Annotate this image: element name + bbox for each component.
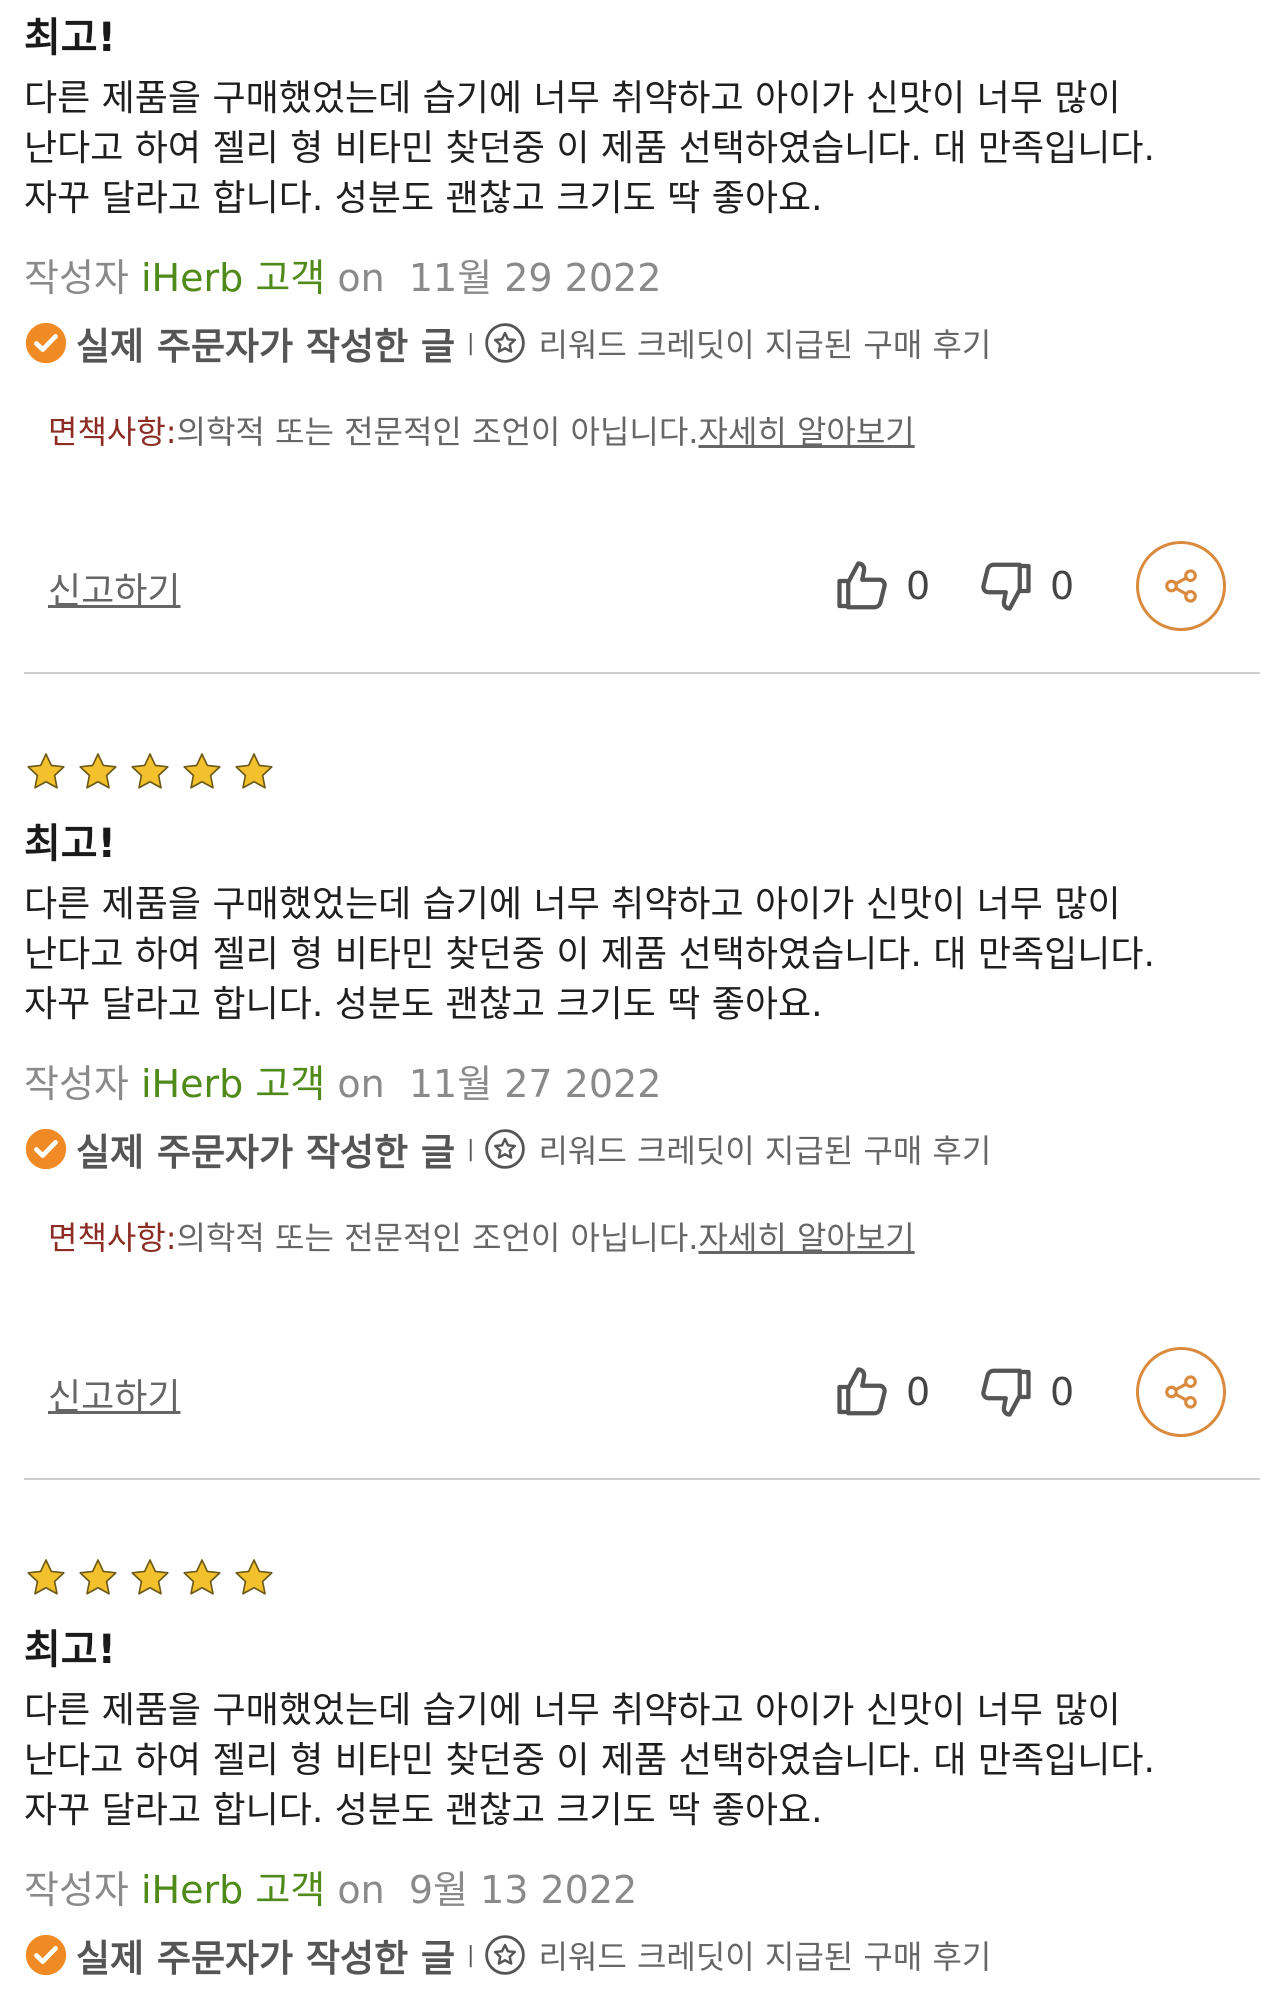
author-prefix: 작성자 [24, 256, 129, 300]
reward-label: 리워드 크레딧이 지급된 구매 후기 [538, 326, 992, 364]
star-icon [128, 750, 172, 794]
review-body: 다른 제품을 구매했었는데 습기에 너무 취약하고 아이가 신맛이 너무 많이 … [24, 880, 1155, 1030]
thumbs-down-icon [976, 1362, 1036, 1422]
star-icon [180, 1556, 224, 1600]
review-body-line: 자꾸 달라고 합니다. 성분도 괜찮고 크기도 딱 좋아요. [24, 1790, 823, 1831]
on-label: on [337, 1868, 385, 1912]
review-body-line: 난다고 하여 젤리 형 비타민 찾던중 이 제품 선택하였습니다. 대 만족입니… [24, 934, 1155, 975]
not-helpful-button[interactable]: 0 [976, 1362, 1074, 1422]
author-prefix: 작성자 [24, 1868, 129, 1912]
on-label: on [337, 1062, 385, 1106]
star-icon [24, 1556, 68, 1600]
star-icon [76, 750, 120, 794]
share-icon [1162, 1373, 1200, 1411]
star-rating [24, 1556, 276, 1600]
separator: | [467, 1942, 475, 1968]
report-link[interactable]: 신고하기 [48, 562, 180, 614]
review-title: 최고! [24, 821, 116, 867]
review-body-line: 다른 제품을 구매했었는데 습기에 너무 취약하고 아이가 신맛이 너무 많이 [24, 1690, 1121, 1731]
review-body-line: 난다고 하여 젤리 형 비타민 찾던중 이 제품 선택하였습니다. 대 만족입니… [24, 128, 1155, 169]
review-divider [24, 1478, 1260, 1480]
author-prefix: 작성자 [24, 1062, 129, 1106]
author-name: iHerb 고객 [140, 256, 326, 300]
review-body-line: 난다고 하여 젤리 형 비타민 찾던중 이 제품 선택하였습니다. 대 만족입니… [24, 1740, 1155, 1781]
star-icon [128, 1556, 172, 1600]
review-card: 최고! 다른 제품을 구매했었는데 습기에 너무 취약하고 아이가 신맛이 너무… [24, 740, 1260, 1480]
review-card: 최고! 다른 제품을 구매했었는데 습기에 너무 취약하고 아이가 신맛이 너무… [24, 0, 1260, 672]
author-name: iHerb 고객 [140, 1062, 326, 1106]
disclaimer-text: 의학적 또는 전문적인 조언이 아닙니다. [176, 413, 699, 451]
helpful-count: 0 [906, 1370, 931, 1414]
review-title: 최고! [24, 1627, 116, 1673]
review-date: 11월 27 2022 [408, 1062, 662, 1106]
disclaimer: 면책사항:의학적 또는 전문적인 조언이 아닙니다.자세히 알아보기 [48, 1216, 915, 1260]
reward-label: 리워드 크레딧이 지급된 구매 후기 [538, 1938, 992, 1976]
thumbs-up-icon [832, 556, 892, 616]
verified-row: 실제 주문자가 작성한 글 | 리워드 크레딧이 지급된 구매 후기 [24, 1124, 991, 1174]
disclaimer-text: 의학적 또는 전문적인 조언이 아닙니다. [176, 1219, 699, 1257]
helpful-button[interactable]: 0 [832, 556, 930, 616]
thumbs-down-icon [976, 556, 1036, 616]
not-helpful-count: 0 [1050, 1370, 1075, 1414]
reward-star-icon [484, 322, 526, 364]
share-icon [1162, 567, 1200, 605]
share-button[interactable] [1136, 541, 1226, 631]
review-body: 다른 제품을 구매했었는데 습기에 너무 취약하고 아이가 신맛이 너무 많이 … [24, 74, 1155, 224]
verified-label: 실제 주문자가 작성한 글 [76, 1937, 456, 1980]
helpful-button[interactable]: 0 [832, 1362, 930, 1422]
review-divider [24, 672, 1260, 674]
learn-more-link[interactable]: 자세히 알아보기 [698, 413, 914, 451]
review-meta: 작성자 iHerb 고객 on 9월 13 2022 [24, 1866, 637, 1914]
star-rating [24, 750, 276, 794]
review-body-line: 다른 제품을 구매했었는데 습기에 너무 취약하고 아이가 신맛이 너무 많이 [24, 78, 1121, 119]
verified-label: 실제 주문자가 작성한 글 [76, 1131, 456, 1174]
author-name: iHerb 고객 [140, 1868, 326, 1912]
disclaimer-label: 면책사항: [48, 413, 177, 451]
learn-more-link[interactable]: 자세히 알아보기 [698, 1219, 914, 1257]
thumbs-up-icon [832, 1362, 892, 1422]
disclaimer-label: 면책사항: [48, 1219, 177, 1257]
review-body-line: 다른 제품을 구매했었는데 습기에 너무 취약하고 아이가 신맛이 너무 많이 [24, 884, 1121, 925]
review-date: 9월 13 2022 [408, 1868, 638, 1912]
review-card: 최고! 다른 제품을 구매했었는데 습기에 너무 취약하고 아이가 신맛이 너무… [24, 1546, 1260, 1996]
not-helpful-count: 0 [1050, 564, 1075, 608]
review-meta: 작성자 iHerb 고객 on 11월 27 2022 [24, 1060, 661, 1108]
reward-star-icon [484, 1934, 526, 1976]
reward-star-icon [484, 1128, 526, 1170]
verified-label: 실제 주문자가 작성한 글 [76, 325, 456, 368]
review-body-line: 자꾸 달라고 합니다. 성분도 괜찮고 크기도 딱 좋아요. [24, 984, 823, 1025]
star-icon [24, 750, 68, 794]
review-meta: 작성자 iHerb 고객 on 11월 29 2022 [24, 254, 661, 302]
review-title: 최고! [24, 15, 116, 61]
review-date: 11월 29 2022 [408, 256, 662, 300]
report-link[interactable]: 신고하기 [48, 1368, 180, 1420]
verified-row: 실제 주문자가 작성한 글 | 리워드 크레딧이 지급된 구매 후기 [24, 1930, 991, 1980]
star-icon [232, 750, 276, 794]
separator: | [467, 1136, 475, 1162]
not-helpful-button[interactable]: 0 [976, 556, 1074, 616]
check-circle-icon [24, 1933, 68, 1977]
reviews-page: 최고! 다른 제품을 구매했었는데 습기에 너무 취약하고 아이가 신맛이 너무… [0, 0, 1284, 1996]
check-circle-icon [24, 321, 68, 365]
star-icon [232, 1556, 276, 1600]
check-circle-icon [24, 1127, 68, 1171]
review-body-line: 자꾸 달라고 합니다. 성분도 괜찮고 크기도 딱 좋아요. [24, 178, 823, 219]
helpful-count: 0 [906, 564, 931, 608]
star-icon [180, 750, 224, 794]
verified-row: 실제 주문자가 작성한 글 | 리워드 크레딧이 지급된 구매 후기 [24, 318, 991, 368]
review-body: 다른 제품을 구매했었는데 습기에 너무 취약하고 아이가 신맛이 너무 많이 … [24, 1686, 1155, 1836]
star-icon [76, 1556, 120, 1600]
share-button[interactable] [1136, 1347, 1226, 1437]
reward-label: 리워드 크레딧이 지급된 구매 후기 [538, 1132, 992, 1170]
disclaimer: 면책사항:의학적 또는 전문적인 조언이 아닙니다.자세히 알아보기 [48, 410, 915, 454]
on-label: on [337, 256, 385, 300]
separator: | [467, 330, 475, 356]
